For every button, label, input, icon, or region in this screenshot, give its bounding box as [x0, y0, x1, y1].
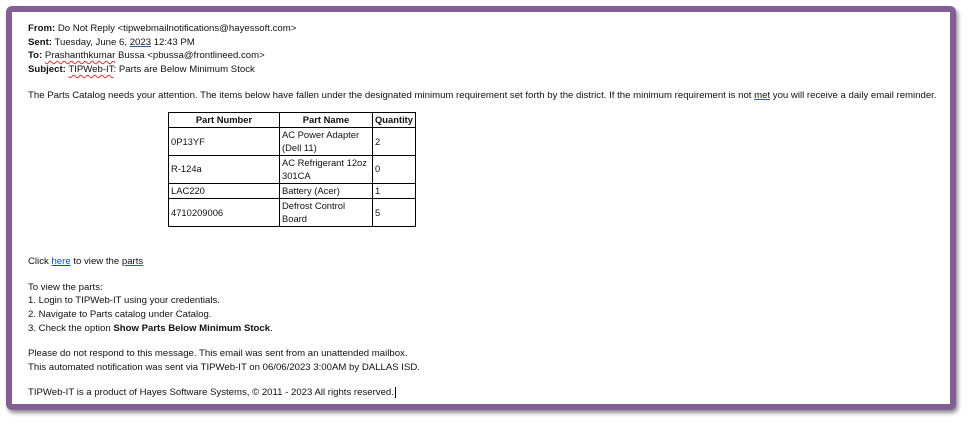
from-label: From: — [28, 23, 56, 34]
table-header-row: Part Number Part Name Quantity — [168, 111, 417, 129]
intro-paragraph: The Parts Catalog needs your attention. … — [28, 89, 948, 103]
subject-label: Subject: — [28, 63, 66, 75]
to-rest: Bussa <pbussa@frontlineed.com> — [117, 50, 265, 62]
quantity-cell: 2 — [371, 127, 417, 157]
subject-rest: : Parts are Below Minimum Stock — [113, 63, 255, 75]
quantity-cell: 1 — [371, 182, 417, 200]
to-label: To: — [28, 50, 43, 62]
from-line: From: Do Not Reply <tipwebmailnotificati… — [28, 22, 948, 36]
intro-met: met — [754, 90, 771, 102]
table-row: R-124a AC Refrigerant 12oz 301CA 0 — [168, 155, 417, 184]
copyright-text: TIPWeb-IT is a product of Hayes Software… — [28, 387, 394, 399]
to-name: Prashanthkumar — [44, 50, 116, 62]
sent-year: 2023 — [129, 36, 152, 48]
footer: TIPWeb-IT is a product of Hayes Software… — [28, 386, 948, 400]
intro-before: The Parts Catalog needs your attention. … — [28, 90, 752, 102]
notice-line-1: Please do not respond to this message. T… — [28, 348, 408, 360]
part-name-cell: Battery (Acer) — [279, 182, 373, 200]
instructions: To view the parts: 1. Login to TIPWeb-IT… — [28, 281, 948, 335]
part-name-line: 301CA — [282, 169, 311, 181]
parts-word: parts — [121, 256, 144, 268]
subject-app: TIPWeb-IT — [68, 63, 114, 75]
screenshot-frame: From: Do Not Reply <tipwebmailnotificati… — [6, 6, 956, 410]
part-number-cell: R-124a — [168, 155, 280, 184]
part-number-cell: 4710209006 — [168, 198, 280, 228]
notice: Please do not respond to this message. T… — [28, 347, 948, 374]
part-name-cell: AC Power Adapter (Dell 11) — [279, 127, 373, 157]
table-row: 0P13YF AC Power Adapter (Dell 11) 2 — [168, 127, 417, 157]
part-name-line: AC Refrigerant 12oz — [282, 157, 367, 169]
step3-text: 3. Check the option — [28, 322, 111, 334]
subject-line: Subject: TIPWeb-IT: Parts are Below Mini… — [28, 63, 948, 77]
notice-line-2: This automated notification was sent via… — [28, 361, 420, 373]
table-row: LAC220 Battery (Acer) 1 — [168, 182, 417, 200]
instructions-heading: To view the parts: — [28, 281, 103, 293]
step3-period: . — [270, 322, 273, 334]
click-middle: to view the — [73, 256, 120, 268]
here-link[interactable]: here — [51, 256, 70, 267]
instruction-step-2: 2. Navigate to Parts catalog under Catal… — [28, 309, 212, 320]
part-name-cell: Defrost Control Board — [279, 198, 373, 228]
sent-line: Sent: Tuesday, June 6, 2023 12:43 PM — [28, 36, 948, 50]
intro-after: you will receive a daily email reminder. — [772, 90, 937, 102]
click-line: Click here to view the parts — [28, 255, 948, 269]
sent-date: Tuesday, June 6, — [54, 36, 128, 48]
email-body: From: Do Not Reply <tipwebmailnotificati… — [28, 22, 948, 400]
from-value: Do Not Reply <tipwebmailnotifications@ha… — [57, 23, 297, 34]
part-name-line: AC Power Adapter — [282, 129, 360, 141]
sent-time: 12:43 PM — [153, 36, 195, 48]
quantity-cell: 0 — [371, 155, 417, 184]
part-name-line: (Dell 11) — [282, 141, 317, 153]
col-part-number: Part Number — [168, 111, 280, 129]
table-row: 4710209006 Defrost Control Board 5 — [168, 198, 417, 228]
step3-option: Show Parts Below Minimum Stock — [113, 322, 271, 334]
instruction-step-1: 1. Login to TIPWeb-IT using your credent… — [28, 295, 220, 307]
email-header: From: Do Not Reply <tipwebmailnotificati… — [28, 22, 948, 76]
col-quantity: Quantity — [371, 111, 417, 129]
part-name-cell: AC Refrigerant 12oz 301CA — [279, 155, 373, 184]
sent-label: Sent: — [28, 36, 52, 48]
part-number-cell: 0P13YF — [168, 127, 280, 157]
to-line: To: Prashanthkumar Bussa <pbussa@frontli… — [28, 49, 948, 63]
quantity-cell: 5 — [371, 198, 417, 228]
parts-table: Part Number Part Name Quantity 0P13YF AC… — [168, 111, 417, 228]
instruction-step-3: 3. Check the option Show Parts Below Min… — [28, 322, 948, 336]
part-number-cell: LAC220 — [168, 182, 280, 200]
click-text: Click — [28, 256, 49, 268]
col-part-name: Part Name — [279, 111, 373, 129]
text-cursor — [394, 387, 396, 399]
